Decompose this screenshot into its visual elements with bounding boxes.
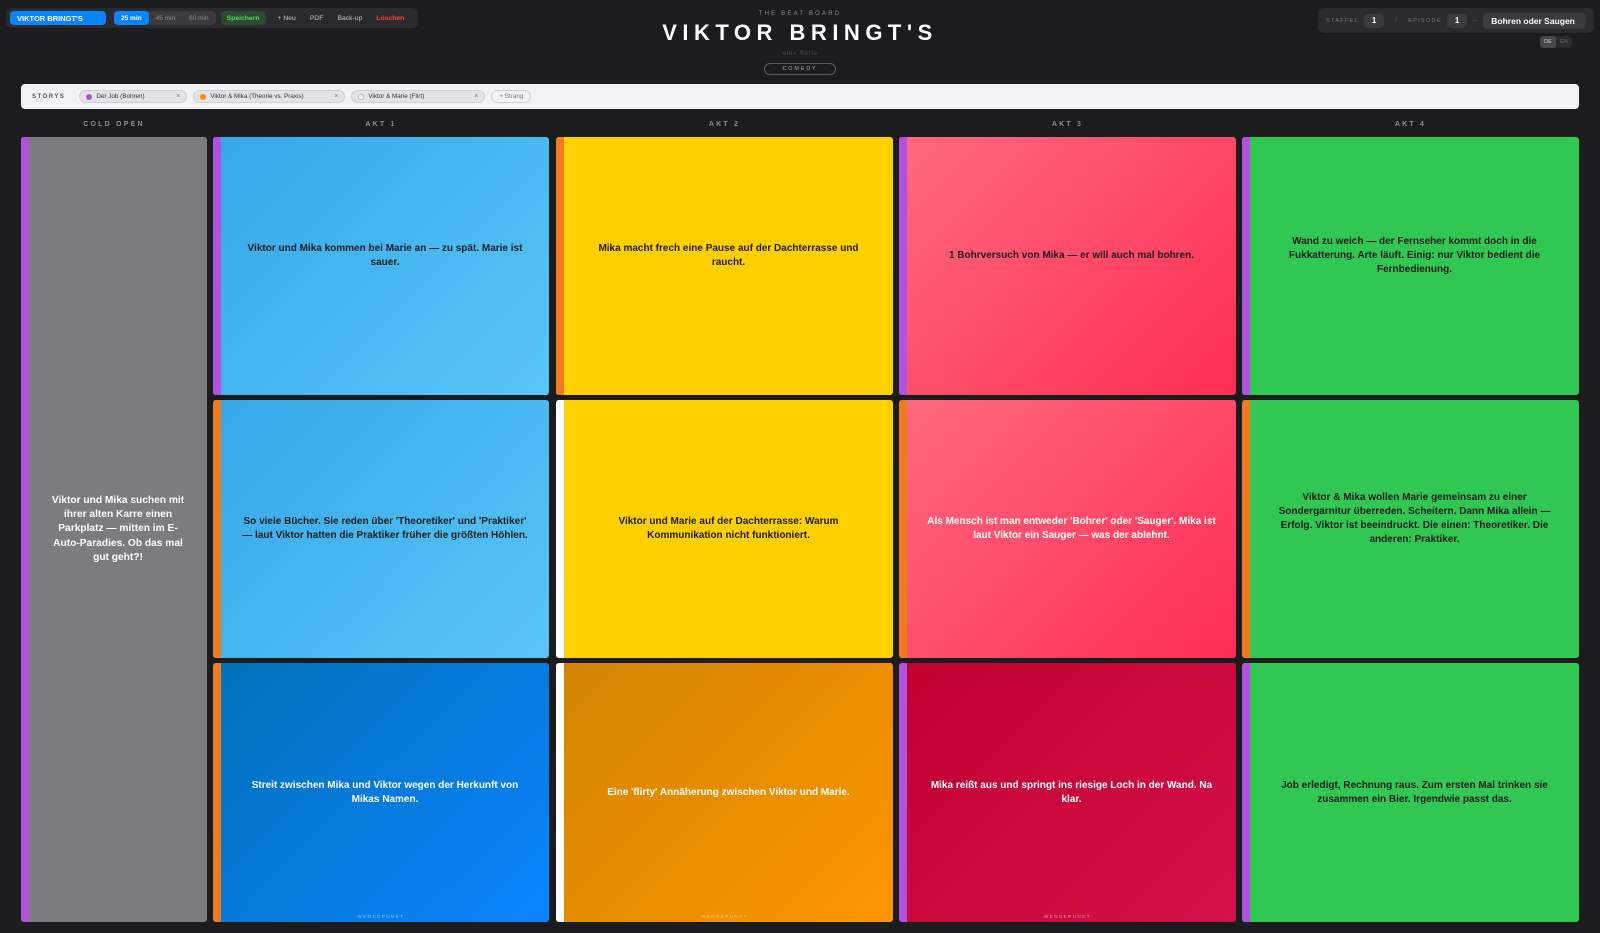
remove-strand-icon[interactable]: × (334, 93, 338, 100)
turning-point-label: WENDEPUNKT (357, 914, 405, 919)
turning-point-label: WENDEPUNKT (1043, 914, 1091, 919)
beat-text: Streit zwischen Mika und Viktor wegen de… (251, 779, 519, 805)
strand-stripe (21, 137, 29, 922)
storys-bar: STORYS Der Job (Bohren) × Viktor & Mika … (21, 84, 1579, 109)
column-header-akt-2: AKT 2 (708, 121, 741, 128)
lang-en-button[interactable]: EN (1556, 36, 1572, 48)
beat-card-akt4-2[interactable]: Viktor & Mika wollen Marie gemeinsam zu … (1242, 400, 1579, 658)
strand-label[interactable]: Viktor & Mika (Theorie vs. Praxis) (210, 93, 330, 100)
season-field[interactable]: 1 (1363, 13, 1385, 28)
beat-text: Eine 'flirty' Annäherung zwischen Viktor… (607, 786, 850, 798)
series-subtitle: eine Serie (782, 50, 818, 57)
beat-card-akt1-3[interactable]: Streit zwischen Mika und Viktor wegen de… (213, 663, 549, 922)
strand-stripe (899, 663, 907, 922)
beat-card-akt4-3[interactable]: Job erledigt, Rechnung raus. Zum ersten … (1242, 663, 1579, 922)
beat-text: Als Mensch ist man entweder 'Bohrer' ode… (927, 516, 1216, 541)
genre-badge[interactable]: COMEDY (764, 63, 836, 75)
strand-stripe (1242, 400, 1250, 658)
beat-card-akt3-3[interactable]: Mika reißt aus und springt ins riesige L… (899, 663, 1236, 922)
beat-text: Job erledigt, Rechnung raus. Zum ersten … (1281, 779, 1548, 805)
remove-strand-icon[interactable]: × (474, 93, 478, 100)
beat-text: Viktor und Mika kommen bei Marie an — zu… (247, 243, 523, 268)
lang-de-button[interactable]: DE (1540, 36, 1556, 48)
strand-label[interactable]: Viktor & Marie (Flirt) (368, 93, 470, 100)
column-header-akt-1: AKT 1 (365, 121, 397, 128)
beat-text: 1 Bohrversuch von Mika — er will auch ma… (948, 250, 1195, 262)
strand-chip-marie[interactable]: Viktor & Marie (Flirt) × (351, 90, 486, 103)
add-strand-button[interactable]: + Strang (491, 90, 532, 103)
strand-color-dot (358, 93, 365, 100)
beat-text: Mika reißt aus und springt ins riesige L… (930, 779, 1213, 805)
column-header-akt-4: AKT 4 (1394, 121, 1427, 128)
season-label: STAFFEL (1326, 17, 1359, 24)
language-toggle: DE EN (1540, 36, 1572, 48)
strand-color-dot (200, 93, 207, 100)
strand-stripe (1242, 137, 1250, 395)
meta-separator: / (1395, 17, 1398, 24)
beat-text: So viele Bücher. Sie reden über 'Theoret… (242, 516, 528, 541)
remove-strand-icon[interactable]: × (176, 93, 180, 100)
strand-color-dot (86, 93, 93, 100)
strand-stripe (556, 663, 564, 922)
episode-meta: STAFFEL 1 / EPISODE 1 — Bohren oder Saug… (1318, 8, 1594, 33)
strand-stripe (556, 137, 564, 395)
beat-text: Viktor und Marie auf der Dachterrasse: W… (618, 516, 839, 541)
strand-chip-mika[interactable]: Viktor & Mika (Theorie vs. Praxis) × (193, 90, 346, 103)
turning-point-label: WENDEPUNKT (700, 914, 748, 919)
beat-text: Mika macht frech eine Pause auf der Dach… (598, 243, 859, 268)
beat-text: Wand zu weich — der Fernseher kommt doch… (1288, 236, 1541, 275)
beat-card-akt3-1[interactable]: 1 Bohrversuch von Mika — er will auch ma… (899, 137, 1236, 395)
strand-stripe (556, 400, 564, 658)
beat-text: Viktor & Mika wollen Marie gemeinsam zu … (1278, 492, 1551, 545)
beat-card-akt2-2[interactable]: Viktor und Marie auf der Dachterrasse: W… (556, 400, 893, 658)
beat-card-cold-open[interactable]: Viktor und Mika suchen mit ihrer alten K… (21, 137, 207, 922)
storys-label: STORYS (32, 93, 66, 100)
column-header-akt-3: AKT 3 (1051, 121, 1084, 128)
beat-card-akt1-1[interactable]: Viktor und Mika kommen bei Marie an — zu… (213, 137, 549, 395)
beat-card-akt2-3[interactable]: Eine 'flirty' Annäherung zwischen Viktor… (556, 663, 893, 922)
strand-stripe (1242, 663, 1250, 922)
strand-label[interactable]: Der Job (Bohren) (96, 93, 172, 100)
beat-card-akt3-2[interactable]: Als Mensch ist man entweder 'Bohrer' ode… (899, 400, 1236, 658)
strand-stripe (213, 663, 221, 922)
strand-stripe (899, 137, 907, 395)
strand-stripe (899, 400, 907, 658)
strand-stripe (213, 400, 221, 658)
strand-chip-job[interactable]: Der Job (Bohren) × (79, 90, 188, 103)
beat-card-akt1-2[interactable]: So viele Bücher. Sie reden über 'Theoret… (213, 400, 549, 658)
meta-dash: — (1472, 17, 1479, 24)
strand-stripe (213, 137, 221, 395)
beat-text: Viktor und Mika suchen mit ihrer alten K… (51, 495, 185, 563)
beat-card-akt4-1[interactable]: Wand zu weich — der Fernseher kommt doch… (1242, 137, 1579, 395)
episode-label: EPISODE (1408, 17, 1442, 24)
episode-field[interactable]: 1 (1446, 13, 1468, 28)
beat-card-akt2-1[interactable]: Mika macht frech eine Pause auf der Dach… (556, 137, 893, 395)
column-header-cold-open: COLD OPEN (83, 121, 145, 128)
episode-title-field[interactable]: Bohren oder Saugen (1483, 12, 1586, 29)
